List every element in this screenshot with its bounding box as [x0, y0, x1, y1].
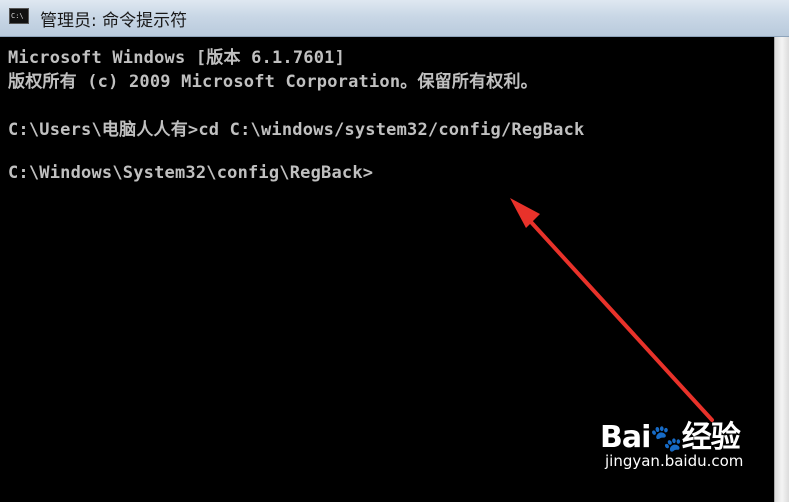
arrow-shaft — [518, 208, 714, 422]
paw-icon: 🐾 — [650, 424, 682, 454]
watermark-site: jingyan.baidu.com — [605, 452, 744, 470]
baidu-logo: Bai🐾经验 — [600, 420, 741, 455]
arrow-head — [510, 198, 540, 228]
baidu-watermark: Bai🐾经验 jingyan.baidu.com — [600, 412, 743, 470]
